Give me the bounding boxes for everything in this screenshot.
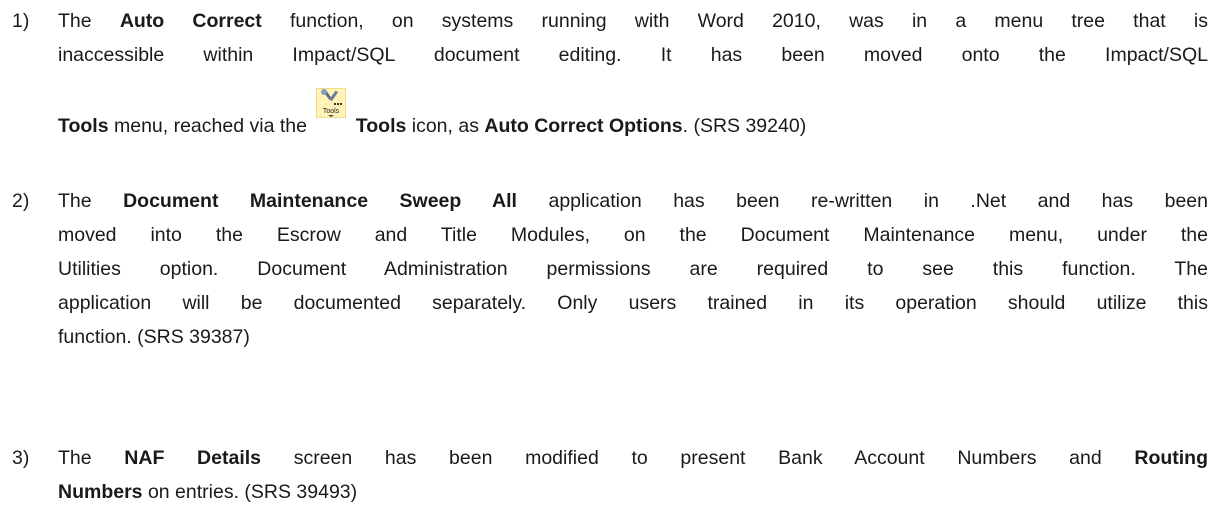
item-2-line-4: application will be documented separatel… — [58, 292, 1208, 314]
item-2-line-5: function. (SRS 39387) — [58, 326, 250, 348]
item-number: 1) — [12, 10, 30, 32]
item-1-line-2: inaccessible within Impact/SQL document … — [58, 44, 1208, 66]
item-body: The NAF Details screen has been modified… — [58, 441, 1208, 509]
item-1-line-3: Tools menu, reached via the Tools Tools … — [58, 88, 1208, 142]
item-3-line-2: Numbers on entries. (SRS 39493) — [58, 481, 358, 503]
item-2-line-3: Utilities option. Document Administratio… — [58, 258, 1208, 280]
item-1-line-1: The Auto Correct function, on systems ru… — [58, 10, 1208, 32]
item-body: The Auto Correct function, on systems ru… — [58, 4, 1208, 142]
item-body: The Document Maintenance Sweep All appli… — [58, 184, 1208, 354]
item-number: 3) — [12, 447, 30, 469]
item-3-line-1: The NAF Details screen has been modified… — [58, 447, 1208, 469]
item-2-line-1: The Document Maintenance Sweep All appli… — [58, 190, 1208, 212]
item-number: 2) — [12, 190, 30, 212]
item-2-line-2: moved into the Escrow and Title Modules,… — [58, 224, 1208, 246]
tools-icon-label: Tools — [323, 108, 340, 115]
tools-icon[interactable]: Tools — [316, 88, 347, 138]
document-page: 1) The Auto Correct function, on systems… — [0, 0, 1222, 525]
